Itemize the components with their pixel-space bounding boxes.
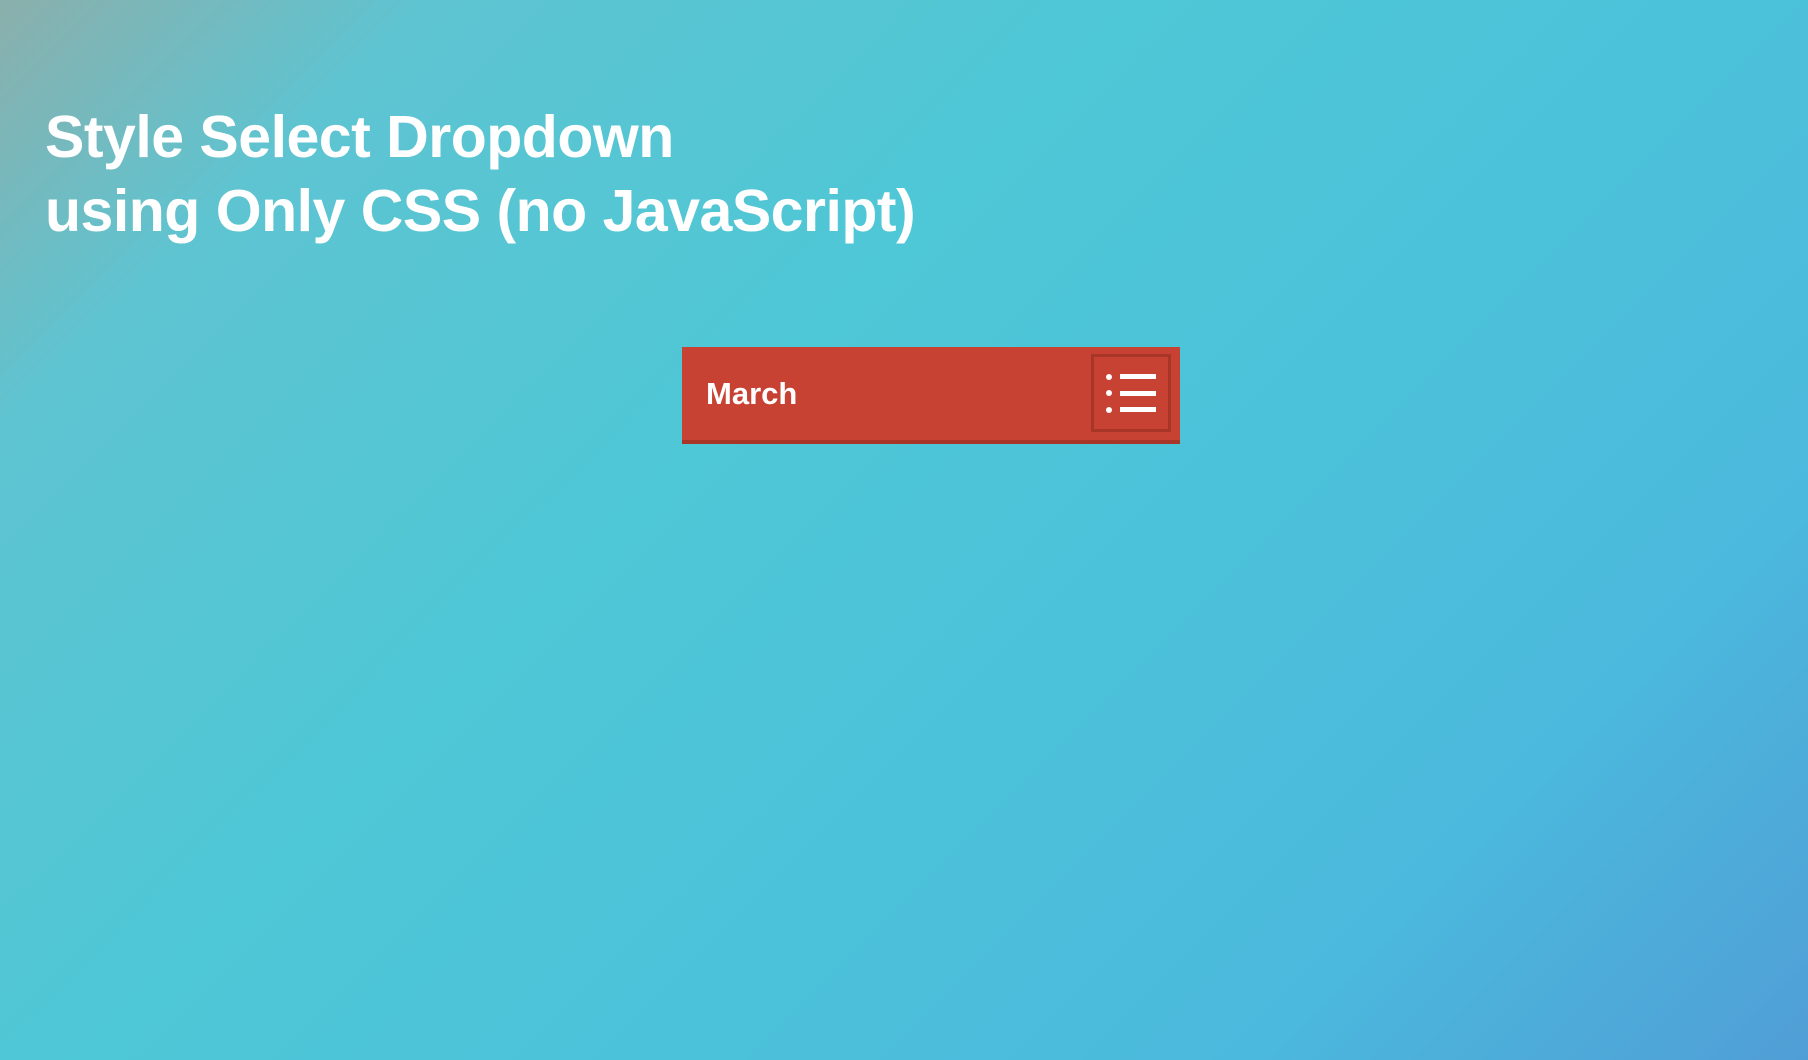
select-value: March [706, 347, 797, 440]
month-select[interactable]: March [682, 347, 1180, 444]
page-title: Style Select Dropdown using Only CSS (no… [45, 100, 915, 249]
select-wrapper: March [682, 347, 1180, 444]
